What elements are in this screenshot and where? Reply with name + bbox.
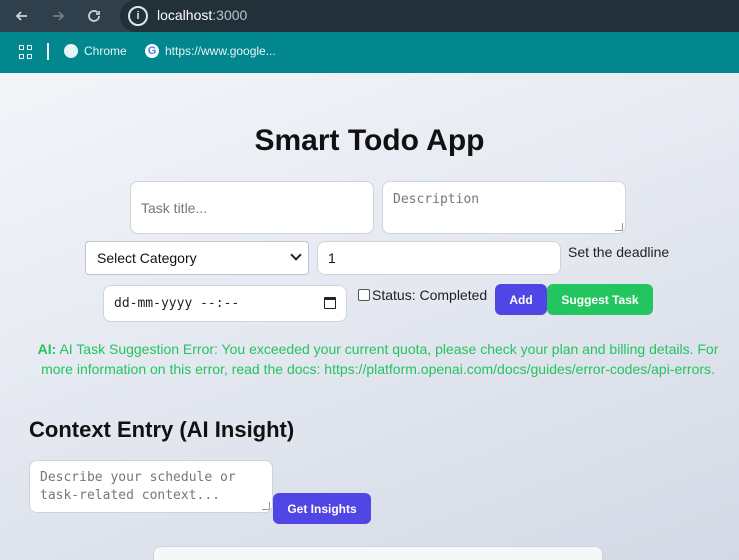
priority-input[interactable]: 1 — [317, 241, 561, 275]
priority-value: 1 — [328, 250, 336, 266]
deadline-label: Set the deadline — [568, 244, 670, 260]
context-textarea[interactable]: Describe your schedule or task-related c… — [29, 460, 273, 513]
context-placeholder: Describe your schedule or task-related c… — [40, 470, 236, 503]
get-insights-button[interactable]: Get Insights — [273, 493, 371, 524]
description-textarea[interactable]: Description — [382, 181, 626, 234]
bookmarks-divider — [47, 43, 49, 60]
insights-card — [153, 546, 603, 560]
resize-handle[interactable] — [615, 223, 623, 231]
category-select[interactable]: Select Category — [85, 241, 309, 275]
apps-grid-icon[interactable] — [19, 45, 33, 59]
context-section-title: Context Entry (AI Insight) — [29, 417, 295, 442]
calendar-icon[interactable] — [324, 297, 336, 309]
chrome-globe-icon — [64, 44, 78, 58]
bookmark-chrome[interactable]: Chrome — [64, 44, 127, 58]
description-placeholder: Description — [393, 192, 480, 207]
category-selected-value: Select Category — [97, 250, 197, 266]
task-title-placeholder: Task title... — [141, 199, 208, 216]
browser-toolbar: i localhost:3000 — [0, 0, 739, 32]
ai-prefix: AI: — [37, 341, 57, 357]
add-button[interactable]: Add — [495, 284, 547, 315]
reload-icon[interactable] — [84, 6, 104, 26]
status-completed-checkbox[interactable] — [358, 289, 370, 301]
address-url[interactable]: localhost:3000 — [157, 7, 247, 23]
back-arrow-icon[interactable] — [12, 6, 32, 26]
chevron-down-icon — [290, 249, 302, 261]
bookmark-google[interactable]: G https://www.google... — [145, 44, 276, 58]
ai-message-text: AI Task Suggestion Error: You exceeded y… — [41, 341, 719, 377]
bookmark-label: https://www.google... — [165, 44, 276, 58]
page-title: Smart Todo App — [254, 124, 485, 157]
task-title-input[interactable]: Task title... — [130, 181, 374, 234]
datetime-placeholder: dd-mm-yyyy --:-- — [114, 296, 240, 311]
ai-error-message: AI: AI Task Suggestion Error: You exceed… — [30, 339, 726, 379]
bookmark-label: Chrome — [84, 44, 127, 58]
deadline-datetime-input[interactable]: dd-mm-yyyy --:-- — [103, 285, 347, 322]
suggest-task-button[interactable]: Suggest Task — [547, 284, 653, 315]
google-icon: G — [145, 44, 159, 58]
status-label: Status: Completed — [372, 287, 488, 303]
site-info-icon[interactable]: i — [128, 6, 148, 26]
resize-handle[interactable] — [262, 502, 270, 510]
forward-arrow-icon[interactable] — [48, 6, 68, 26]
